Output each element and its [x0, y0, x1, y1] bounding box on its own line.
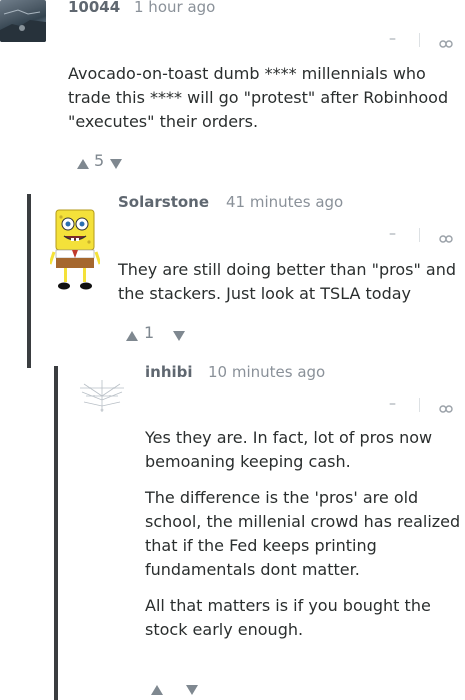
- control-divider: [419, 33, 420, 47]
- upvote-icon[interactable]: [150, 681, 164, 700]
- avatar[interactable]: [76, 376, 128, 416]
- comment-paragraph: They are still doing better than "pros" …: [118, 260, 456, 303]
- comment-body: They are still doing better than "pros" …: [118, 258, 463, 306]
- vote-count: 1: [144, 323, 155, 342]
- author-name[interactable]: inhibi: [145, 363, 193, 381]
- comment-paragraph: All that matters is if you bought the st…: [145, 596, 431, 639]
- comment-body: Yes they are. In fact, lot of pros now b…: [145, 426, 463, 642]
- upvote-icon[interactable]: [125, 327, 139, 346]
- thread-line: [27, 194, 31, 368]
- spongebob-avatar: [50, 209, 100, 290]
- avatar-landscape: [0, 9, 46, 42]
- comment-paragraph: The difference is the 'pros' are old sch…: [145, 488, 461, 579]
- thread-line-nested: [54, 366, 58, 700]
- timestamp[interactable]: 41 minutes ago: [226, 193, 343, 211]
- upvote-icon[interactable]: [76, 155, 90, 174]
- comment-body: Avocado-on-toast dumb **** millennials w…: [68, 62, 463, 134]
- pattern-avatar: [80, 380, 124, 412]
- link-icon[interactable]: [439, 229, 453, 248]
- downvote-icon[interactable]: [172, 327, 186, 346]
- collapse-button[interactable]: –: [389, 226, 396, 242]
- timestamp[interactable]: 10 minutes ago: [208, 363, 325, 381]
- downvote-icon[interactable]: [109, 155, 123, 174]
- comment-paragraph: Yes they are. In fact, lot of pros now b…: [145, 428, 433, 471]
- collapse-button[interactable]: –: [389, 396, 396, 412]
- author-name[interactable]: 10044: [68, 0, 120, 16]
- avatar[interactable]: [0, 0, 46, 42]
- avatar[interactable]: [50, 208, 100, 292]
- author-name[interactable]: Solarstone: [118, 193, 209, 211]
- collapse-button[interactable]: –: [389, 31, 396, 47]
- vote-count: 5: [94, 151, 105, 170]
- link-icon[interactable]: [439, 399, 453, 418]
- control-divider: [419, 228, 420, 242]
- comment-paragraph: Avocado-on-toast dumb **** millennials w…: [68, 64, 449, 131]
- downvote-icon[interactable]: [185, 681, 199, 700]
- link-icon[interactable]: [439, 34, 453, 53]
- timestamp[interactable]: 1 hour ago: [134, 0, 215, 16]
- control-divider: [419, 398, 420, 412]
